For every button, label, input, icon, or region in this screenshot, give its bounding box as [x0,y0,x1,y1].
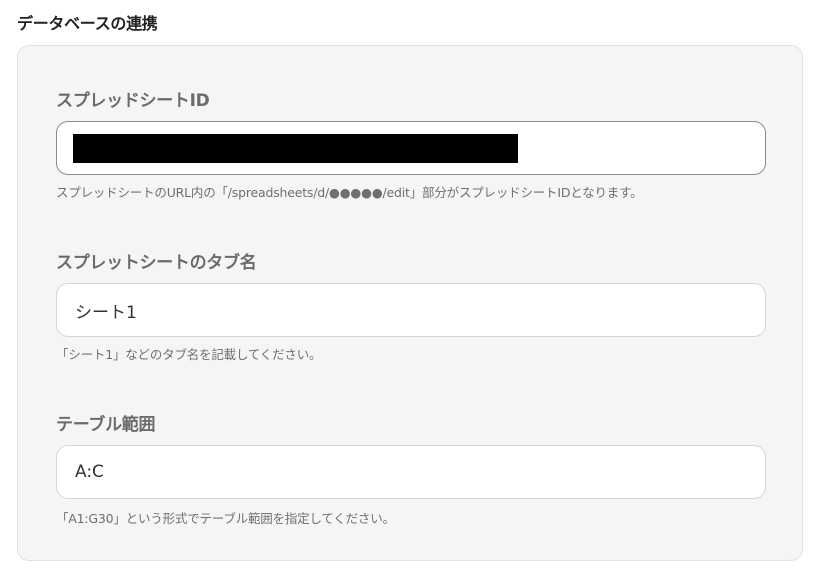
table-range-input[interactable]: A:C [56,445,766,499]
spreadsheet-id-input[interactable] [56,121,766,175]
redacted-value-block [73,134,518,163]
spreadsheet-id-label: スプレッドシートID [56,91,210,111]
tab-name-value: シート1 [75,302,137,323]
tab-name-label: スプレットシートのタブ名 [56,253,257,273]
table-range-label: テーブル範囲 [56,415,156,435]
table-range-help: 「A1:G30」という形式でテーブル範囲を指定してください。 [56,511,395,526]
spreadsheet-id-help: スプレッドシートのURL内の「/spreadsheets/d/●●●●●/edi… [56,185,643,200]
tab-name-input[interactable]: シート1 [56,283,766,337]
section-title: データベースの連携 [17,14,158,33]
tab-name-help: 「シート1」などのタブ名を記載してください。 [56,347,322,362]
database-link-panel: スプレッドシートID スプレッドシートのURL内の「/spreadsheets/… [17,45,803,561]
table-range-value: A:C [75,462,104,482]
